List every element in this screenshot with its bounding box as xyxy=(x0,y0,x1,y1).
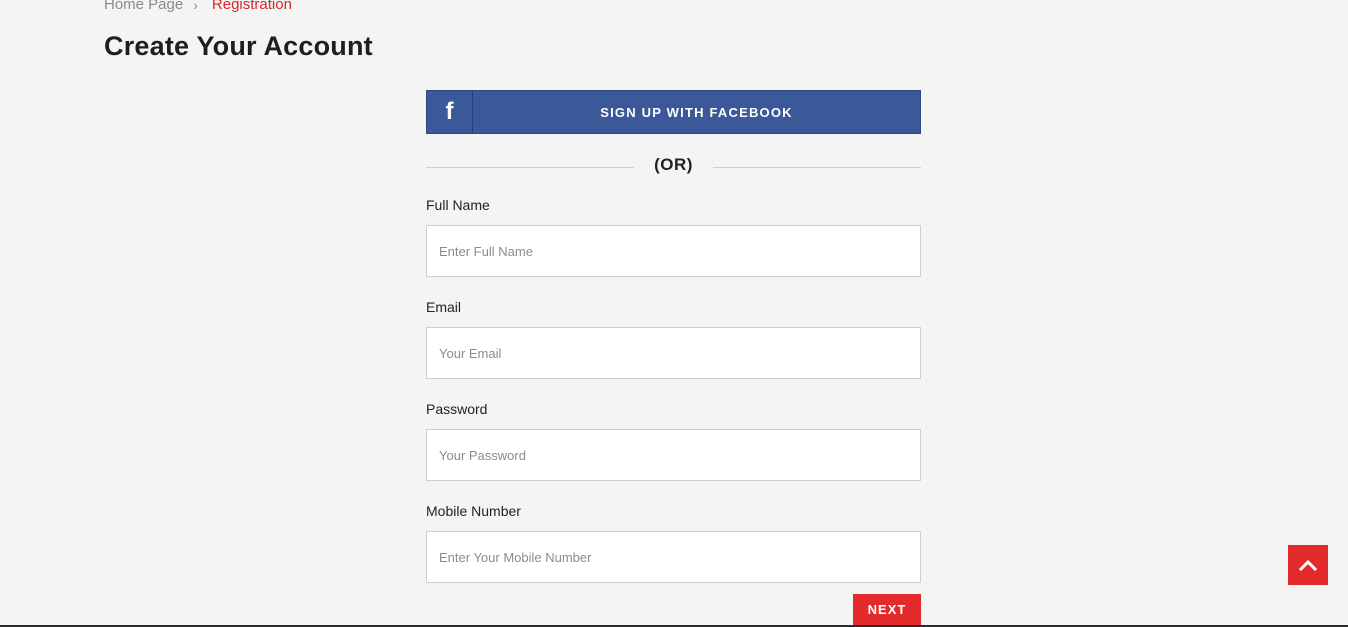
password-group: Password xyxy=(426,400,921,481)
breadcrumb-home-link[interactable]: Home Page xyxy=(104,0,183,15)
registration-form: f SIGN UP WITH FACEBOOK (OR) Full Name E… xyxy=(426,90,921,583)
email-label: Email xyxy=(426,299,462,315)
or-divider-text: (OR) xyxy=(654,155,693,174)
page-title: Create Your Account xyxy=(104,31,373,61)
password-label: Password xyxy=(426,401,488,417)
email-group: Email xyxy=(426,298,921,379)
or-divider: (OR) xyxy=(426,148,921,188)
chevron-up-icon xyxy=(1299,559,1317,571)
registration-page: Home Page › Registration Create Your Acc… xyxy=(0,0,1348,627)
full-name-label: Full Name xyxy=(426,197,490,213)
next-button[interactable]: NEXT xyxy=(853,594,921,627)
breadcrumb-current: Registration xyxy=(211,0,292,13)
breadcrumb-separator-icon: › xyxy=(193,0,198,13)
full-name-group: Full Name xyxy=(426,196,921,277)
full-name-input[interactable] xyxy=(426,225,921,277)
scroll-to-top-button[interactable] xyxy=(1288,545,1328,585)
email-input[interactable] xyxy=(426,327,921,379)
facebook-icon: f xyxy=(427,91,473,133)
mobile-group: Mobile Number xyxy=(426,502,921,583)
breadcrumb: Home Page › Registration xyxy=(104,0,292,15)
password-input[interactable] xyxy=(426,429,921,481)
facebook-signup-label: SIGN UP WITH FACEBOOK xyxy=(600,104,793,120)
mobile-number-input[interactable] xyxy=(426,531,921,583)
mobile-number-label: Mobile Number xyxy=(426,503,521,519)
facebook-signup-button[interactable]: f SIGN UP WITH FACEBOOK xyxy=(426,90,921,134)
divider-line-right xyxy=(713,167,921,168)
